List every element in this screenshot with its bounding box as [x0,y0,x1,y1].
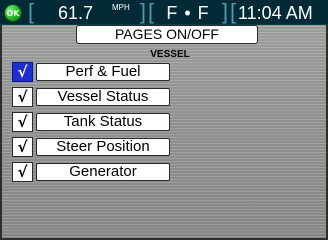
page-title: PAGES ON/OFF [76,25,258,44]
page-button-generator[interactable]: Generator [36,163,170,181]
bracket-left-icon: [ [230,0,237,24]
status-bar: OK [ 61.7 MPH ] [ F • F ] [ 11:04 AM [0,0,328,25]
page-button-vessel-status[interactable]: Vessel Status [36,88,170,106]
speed-readout: [ 61.7 MPH ] [28,0,146,24]
bracket-right-icon: ] [139,0,146,24]
speed-value: 61.7 [58,3,94,23]
checkbox-perf-fuel[interactable]: √ [12,62,33,82]
speed-unit: MPH [112,3,130,12]
ok-status-indicator: OK [4,4,22,22]
checkbox-tank-status[interactable]: √ [12,112,33,132]
ok-label: OK [6,8,20,18]
heading-value: F • F [166,3,210,23]
section-label: VESSEL [150,49,190,60]
bracket-left-icon: [ [28,0,35,24]
checkbox-steer-position[interactable]: √ [12,137,33,157]
clock-readout: [ 11:04 AM [230,0,328,24]
checkbox-generator[interactable]: √ [12,162,33,182]
page-button-steer-position[interactable]: Steer Position [36,138,170,156]
clock-time: 11:04 AM [238,3,313,23]
checkbox-vessel-status[interactable]: √ [12,87,33,107]
heading-readout: [ F • F ] [148,0,228,24]
page-button-perf-fuel[interactable]: Perf & Fuel [36,63,170,81]
bracket-right-icon: ] [221,0,228,24]
page-button-tank-status[interactable]: Tank Status [36,113,170,131]
